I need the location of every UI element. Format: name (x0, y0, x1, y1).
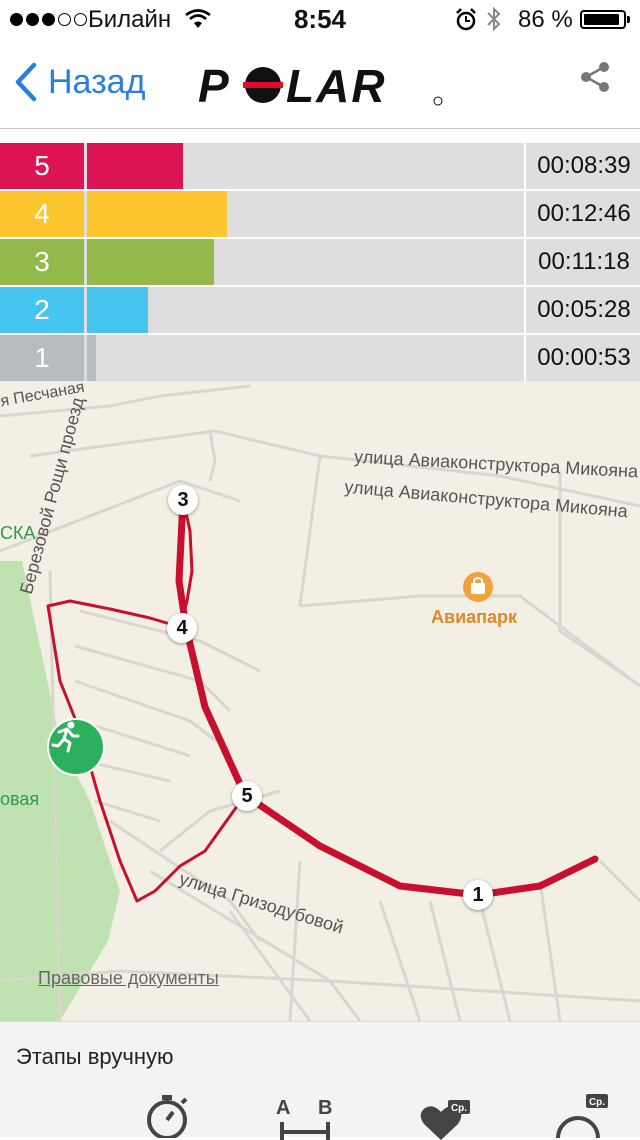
distance-ab-icon[interactable]: A B (274, 1096, 336, 1140)
chevron-left-icon (15, 62, 37, 102)
average-speed-icon[interactable]: Ср. (554, 1094, 610, 1138)
zone-row: 4 00:12:46 (0, 191, 640, 237)
battery-percent: 86 % (518, 6, 573, 33)
svg-text:A: A (276, 1097, 290, 1119)
zone-row: 3 00:11:18 (0, 239, 640, 285)
zone-number: 3 (0, 239, 84, 285)
stopwatch-icon[interactable] (142, 1094, 192, 1138)
back-label: Назад (48, 62, 146, 101)
zone-bar (87, 287, 148, 333)
svg-text:LAR: LAR (286, 64, 387, 108)
bluetooth-icon (487, 6, 501, 32)
bottom-panel: Этапы вручную A B Ср. Ср. (0, 1021, 640, 1140)
back-button[interactable]: Назад (14, 62, 145, 102)
zone-row: 2 00:05:28 (0, 287, 640, 333)
running-icon (51, 721, 80, 753)
zone-bar (87, 335, 96, 381)
zone-time: 00:00:53 (524, 335, 640, 381)
polar-logo: P LAR (198, 64, 443, 108)
shopping-bag-icon[interactable] (462, 571, 494, 603)
zone-time: 00:08:39 (524, 143, 640, 189)
battery-icon (580, 10, 630, 29)
zone-number: 4 (0, 191, 84, 237)
avg-badge: Ср. (451, 1103, 467, 1114)
lap-marker[interactable]: 1 (463, 880, 493, 910)
zone-number: 5 (0, 143, 84, 189)
avg-badge: Ср. (589, 1097, 605, 1108)
navigation-bar: Назад P LAR (0, 40, 640, 129)
status-bar: Билайн 8:54 86 % (0, 0, 640, 40)
zone-row: 5 00:08:39 (0, 143, 640, 189)
lap-marker[interactable]: 5 (232, 781, 262, 811)
zone-number: 1 (0, 335, 84, 381)
zone-bar (87, 143, 183, 189)
share-icon[interactable] (578, 60, 612, 94)
zone-bar (87, 239, 214, 285)
heart-rate-zones: 5 00:08:39 4 00:12:46 3 00:11:18 2 00:05… (0, 143, 640, 383)
zone-time: 00:12:46 (524, 191, 640, 237)
park-label: СКА (0, 523, 36, 543)
zone-row: 1 00:00:53 (0, 335, 640, 381)
route-map[interactable]: улица Авиаконструктора Микояна улица Ави… (0, 381, 640, 1021)
zone-bar (87, 191, 227, 237)
legal-link[interactable]: Правовые документы (38, 968, 219, 989)
svg-text:B: B (318, 1097, 332, 1119)
start-marker[interactable] (47, 718, 105, 776)
zone-time: 00:05:28 (524, 287, 640, 333)
average-heart-rate-icon[interactable]: Ср. (420, 1100, 472, 1140)
lap-marker[interactable]: 3 (168, 485, 198, 515)
manual-laps-label: Этапы вручную (16, 1044, 174, 1069)
zone-number: 2 (0, 287, 84, 333)
alarm-icon (456, 8, 476, 31)
zone-time: 00:11:18 (524, 239, 640, 285)
svg-text:P: P (198, 64, 231, 108)
lap-marker[interactable]: 4 (167, 613, 197, 643)
park-label: овая (0, 789, 40, 809)
poi-label[interactable]: Авиапарк (431, 607, 517, 628)
